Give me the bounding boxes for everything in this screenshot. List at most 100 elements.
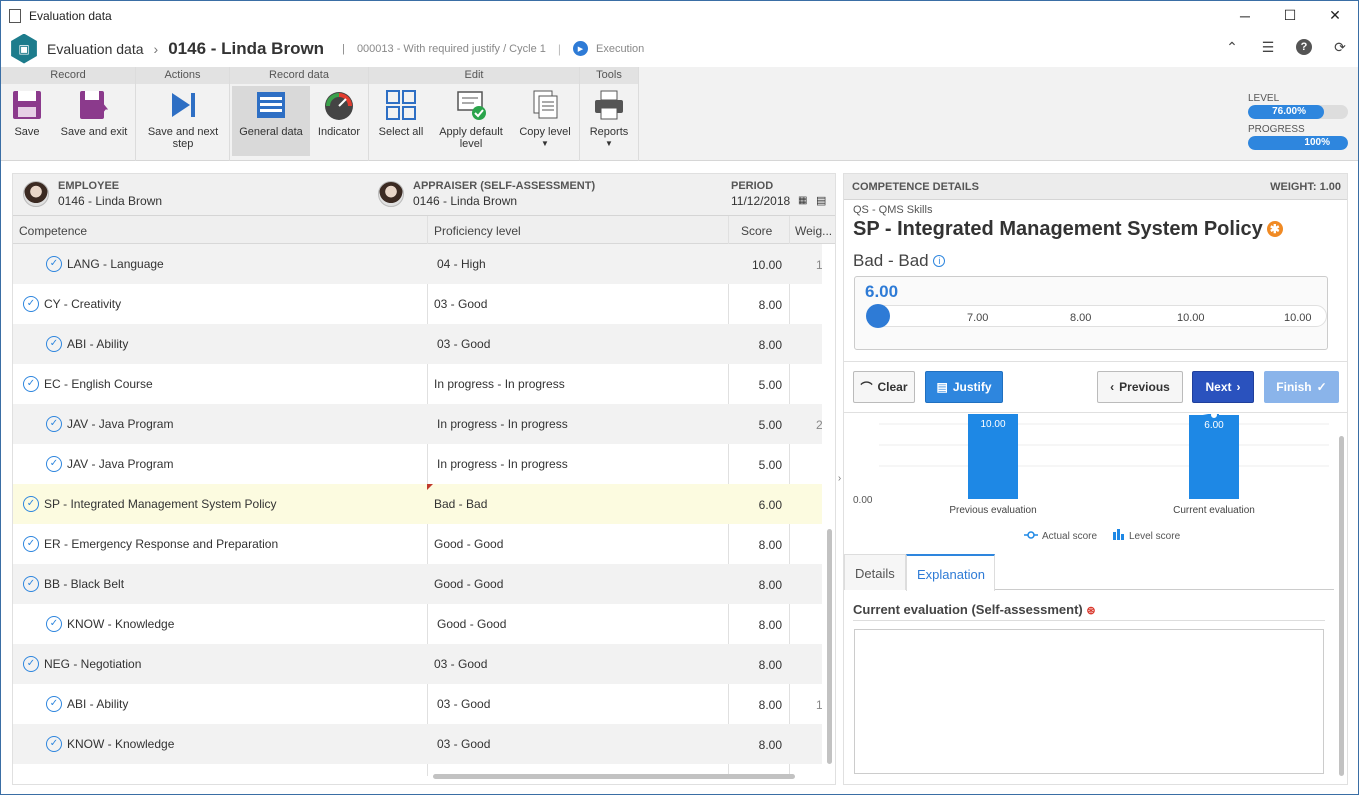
vertical-scrollbar[interactable] [1339, 436, 1344, 776]
proficiency-level[interactable]: In progress - In progress [434, 377, 565, 391]
table-row[interactable]: ✓ SP - Integrated Management System Polic… [13, 484, 822, 524]
slider-value: 6.00 [865, 282, 899, 301]
calendar-icon[interactable]: ▦ [798, 195, 807, 206]
info-icon[interactable]: i [933, 255, 946, 267]
slider-track[interactable] [867, 305, 1327, 327]
table-row[interactable]: ✓ JAV - Java Program In progress - In prog… [13, 404, 822, 444]
score-value: 10.00 [751, 258, 782, 272]
document-icon [9, 8, 21, 23]
proficiency-level[interactable]: 03 - Good [434, 657, 487, 671]
close-button[interactable]: ✕ [1312, 1, 1358, 30]
refresh-icon[interactable]: ⟳ [1332, 39, 1348, 55]
slider-tick: 10.00 [1177, 312, 1205, 324]
column-weight[interactable]: Weig... [795, 224, 832, 238]
proficiency-level[interactable]: 03 - Good [434, 297, 487, 311]
competence-name: NEG - Negotiation [44, 657, 142, 671]
category-label: Previous evaluation [949, 505, 1036, 516]
proficiency-level[interactable]: Good - Good [437, 617, 506, 631]
list-icon[interactable]: ☰ [1260, 39, 1276, 55]
justify-button[interactable]: ▤ Justify [925, 371, 1003, 403]
column-competence[interactable]: Competence [19, 224, 87, 238]
table-row[interactable]: ✓ KNOW - Knowledge Good - Good 8.00 [13, 604, 822, 644]
proficiency-level[interactable]: Good - Good [434, 537, 503, 551]
save-button[interactable]: Save [5, 86, 49, 156]
collapse-icon[interactable]: ⌃ [1224, 39, 1240, 55]
ribbon-group-actions: Actions Save and next step [136, 67, 230, 161]
finish-label: Finish [1276, 380, 1312, 394]
column-score[interactable]: Score [741, 224, 772, 238]
check-circle-icon: ✓ [23, 376, 39, 392]
save-and-next-step-button[interactable]: Save and next step [142, 86, 224, 156]
next-step-icon [166, 88, 200, 122]
help-icon[interactable]: ? [1296, 39, 1312, 55]
table-row[interactable]: ✓ LANG - Language 04 - High 10.00 1 [13, 244, 822, 284]
clear-button[interactable]: ⌒ Clear [853, 371, 915, 403]
horizontal-scrollbar[interactable] [433, 774, 795, 779]
score-value: 8.00 [758, 658, 782, 672]
chevron-down-icon: ▼ [605, 139, 613, 148]
reports-button[interactable]: Reports ▼ [584, 86, 634, 156]
explanation-textarea[interactable] [854, 629, 1324, 774]
proficiency-level[interactable]: Bad - Bad [434, 497, 487, 511]
table-row[interactable]: ✓ JAV - Java Program In progress - In prog… [13, 444, 822, 484]
slider-tick: 8.00 [1070, 312, 1092, 324]
slider-handle[interactable] [866, 304, 890, 328]
indicator-button[interactable]: Indicator [312, 86, 366, 156]
proficiency-level[interactable]: 04 - High [437, 257, 486, 271]
proficiency-level[interactable]: In progress - In progress [437, 457, 568, 471]
reports-label: Reports [589, 126, 629, 138]
proficiency-level[interactable]: Good - Good [434, 577, 503, 591]
proficiency-level[interactable]: 03 - Good [437, 337, 490, 351]
table-row[interactable]: ✓ ABI - Ability 03 - Good 8.00 [13, 324, 822, 364]
apply-default-label-2: level [459, 138, 483, 150]
save-and-next-label-2: step [172, 138, 194, 150]
vertical-scrollbar[interactable] [827, 529, 832, 764]
table-row[interactable]: ✓ KNOW - Knowledge 03 - Good 8.00 [13, 724, 822, 764]
copy-level-button[interactable]: Copy level ▼ [515, 86, 575, 156]
table-row[interactable]: ✓ CY - Creativity 03 - Good 8.00 [13, 284, 822, 324]
table-row[interactable]: ✓ ER - Emergency Response and Preparation… [13, 524, 822, 564]
table-header: Competence Proficiency level Score Weig.… [13, 216, 835, 244]
table-row[interactable]: ✓ BB - Black Belt Good - Good 8.00 [13, 564, 822, 604]
previous-button[interactable]: ‹ Previous [1097, 371, 1183, 403]
table-row[interactable]: ✓ NEG - Negotiation 03 - Good 8.00 [13, 644, 822, 684]
tab-explanation[interactable]: Explanation [906, 554, 995, 591]
details-header-label: COMPETENCE DETAILS [852, 181, 979, 193]
finish-button[interactable]: Finish ✓ [1264, 371, 1339, 403]
ribbon-group-tools: Tools Reports ▼ [580, 67, 639, 161]
proficiency-level[interactable]: 03 - Good [437, 737, 490, 751]
legend-label: Actual score [1042, 531, 1097, 542]
maximize-button[interactable]: ☐ [1267, 1, 1313, 30]
collapse-handle-icon[interactable]: › [836, 461, 843, 496]
check-circle-icon: ✓ [46, 456, 62, 472]
save-label: Save [14, 126, 40, 138]
floppy-disk-icon [10, 88, 44, 122]
employee-header: EMPLOYEE 0146 - Linda Brown APPRAISER (S… [13, 174, 835, 216]
check-circle-icon: ✓ [23, 496, 39, 512]
comment-icon[interactable]: ▤ [816, 194, 826, 207]
separator: | [342, 42, 345, 55]
table-row[interactable]: ✓ EC - English Course In progress - In pro… [13, 364, 822, 404]
level-text: Bad - Bad [853, 251, 929, 270]
check-circle-icon: ✓ [23, 576, 39, 592]
apply-default-level-button[interactable]: Apply default level [433, 86, 509, 156]
column-proficiency[interactable]: Proficiency level [434, 224, 521, 238]
current-evaluation-text: Current evaluation (Self-assessment) [853, 602, 1083, 617]
save-and-exit-button[interactable]: Save and exit [57, 86, 131, 156]
general-data-button[interactable]: General data [232, 86, 310, 156]
breadcrumb-section[interactable]: Evaluation data [47, 41, 144, 57]
table-row[interactable]: ✓ ABI - Ability 03 - Good 8.00 1 [13, 684, 822, 724]
select-all-button[interactable]: Select all [375, 86, 427, 156]
check-icon: ✓ [1316, 380, 1327, 394]
minimize-button[interactable]: ─ [1222, 1, 1268, 30]
proficiency-level[interactable]: 03 - Good [437, 697, 490, 711]
competence-name: JAV - Java Program [67, 417, 174, 431]
competence-name: KNOW - Knowledge [67, 737, 175, 751]
group-label: Actions [136, 67, 229, 84]
proficiency-level[interactable]: In progress - In progress [437, 417, 568, 431]
ribbon-toolbar: Record Save Save and exit Actions Save a… [1, 67, 1358, 161]
competence-name: CY - Creativity [44, 297, 122, 311]
next-button[interactable]: Next › [1192, 371, 1254, 403]
chevron-right-icon: › [1236, 380, 1241, 394]
tab-details[interactable]: Details [844, 554, 906, 590]
